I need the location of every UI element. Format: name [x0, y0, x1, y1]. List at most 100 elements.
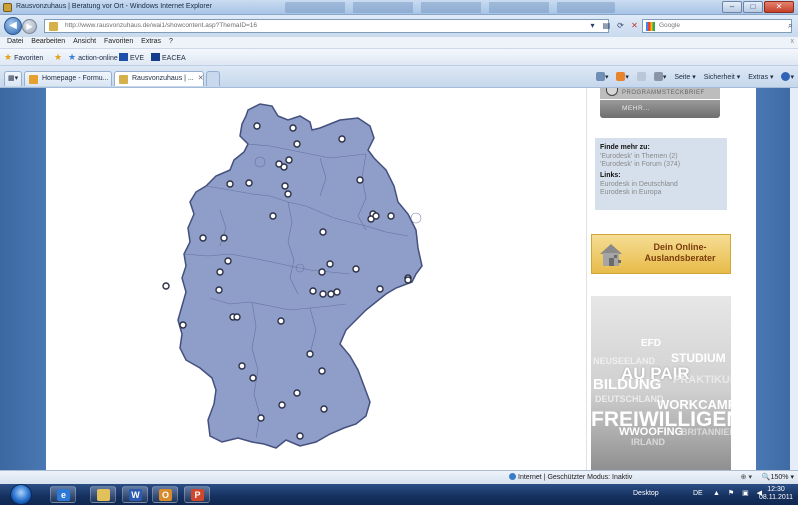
- beratungsstelle-marker[interactable]: [309, 287, 317, 295]
- protected-mode-icon[interactable]: ⊕ ▾: [741, 473, 752, 481]
- print-icon[interactable]: [653, 72, 663, 81]
- online-auslandsberater-banner[interactable]: Dein Online- Auslandsberater: [591, 234, 731, 274]
- tab-homepage[interactable]: Homepage - Formu...: [24, 71, 112, 86]
- clock[interactable]: 12:30 08.11.2011: [759, 486, 793, 502]
- beratungsstelle-marker[interactable]: [216, 268, 224, 276]
- beratungsstelle-marker[interactable]: [296, 432, 304, 440]
- language-indicator[interactable]: DE: [693, 490, 703, 497]
- beratungsstelle-marker[interactable]: [249, 374, 257, 382]
- beratungsstelle-marker[interactable]: [289, 124, 297, 132]
- beratungsstelle-marker[interactable]: [320, 405, 328, 413]
- taskbar-explorer[interactable]: [90, 486, 116, 503]
- beratungsstelle-marker[interactable]: [238, 362, 246, 370]
- beratungsstelle-marker[interactable]: [199, 234, 207, 242]
- safety-menu[interactable]: Sicherheit ▾: [704, 74, 741, 81]
- finde-link-forum[interactable]: 'Eurodesk' in Forum (374): [600, 161, 722, 169]
- beratungsstelle-marker[interactable]: [318, 268, 326, 276]
- link-eurodesk-deutschland[interactable]: Eurodesk in Deutschland: [600, 181, 722, 189]
- beratungsstelle-marker[interactable]: [387, 212, 395, 220]
- beratungsstelle-marker[interactable]: [333, 288, 341, 296]
- beratungsstelle-marker[interactable]: [327, 290, 335, 298]
- security-zone[interactable]: Internet | Geschützter Modus: Inaktiv: [509, 473, 632, 481]
- taskbar-ie[interactable]: e: [50, 486, 76, 503]
- beratungsstelle-marker[interactable]: [338, 135, 346, 143]
- zoom-level[interactable]: 🔍150% ▾: [762, 473, 794, 481]
- menu-bearbeiten[interactable]: Bearbeiten: [28, 37, 68, 45]
- beratungsstelle-marker[interactable]: [215, 286, 223, 294]
- beratungsstelle-marker[interactable]: [306, 350, 314, 358]
- quick-tabs-button[interactable]: ▦▾: [4, 71, 22, 86]
- tools-menu[interactable]: Extras ▾: [748, 74, 773, 81]
- beratungsstelle-marker[interactable]: [220, 234, 228, 242]
- beratungsstelle-marker[interactable]: [245, 179, 253, 187]
- beratungsstelle-marker[interactable]: [285, 156, 293, 164]
- dropdown-icon[interactable]: ▾: [587, 20, 598, 31]
- beratungsstelle-marker[interactable]: [281, 182, 289, 190]
- beratungsstelle-marker[interactable]: [275, 160, 283, 168]
- maximize-button[interactable]: □: [743, 1, 763, 13]
- beratungsstelle-marker[interactable]: [319, 290, 327, 298]
- menu-ansicht[interactable]: Ansicht: [70, 37, 99, 45]
- beratungsstelle-marker[interactable]: [233, 313, 241, 321]
- beratungsstelle-marker[interactable]: [404, 276, 412, 284]
- forward-button[interactable]: ▶: [22, 19, 37, 34]
- beratungsstelle-marker[interactable]: [293, 140, 301, 148]
- beratungsstelle-marker[interactable]: [376, 285, 384, 293]
- beratungsstelle-marker[interactable]: [226, 180, 234, 188]
- beratungsstelle-marker[interactable]: [162, 282, 170, 290]
- fav-eacea[interactable]: EACEA: [151, 53, 186, 62]
- refresh-icon[interactable]: ⟳: [615, 20, 626, 31]
- beratungsstelle-marker[interactable]: [326, 260, 334, 268]
- new-tab-button[interactable]: [206, 71, 220, 86]
- page-menu[interactable]: Seite ▾: [674, 74, 695, 81]
- beratungsstelle-marker[interactable]: [293, 389, 301, 397]
- beratungsstelle-marker[interactable]: [319, 228, 327, 236]
- compat-view-icon[interactable]: ▤: [601, 20, 612, 31]
- menu-favoriten[interactable]: Favoriten: [101, 37, 136, 45]
- beratungsstelle-marker[interactable]: [269, 212, 277, 220]
- beratungsstelle-marker[interactable]: [277, 317, 285, 325]
- taskbar-outlook[interactable]: O: [152, 486, 178, 503]
- mail-icon[interactable]: [636, 72, 646, 81]
- help-icon[interactable]: [781, 72, 791, 81]
- tab-close-icon[interactable]: ✕: [198, 75, 204, 82]
- beratungsstelle-marker[interactable]: [253, 122, 261, 130]
- beratungsstelle-marker[interactable]: [224, 257, 232, 265]
- beratungsstelle-marker[interactable]: [179, 321, 187, 329]
- tray-icons[interactable]: ▲ ⚑ ▣ ◀: [713, 489, 765, 497]
- beratungsstelle-marker[interactable]: [356, 176, 364, 184]
- beratungsstelle-marker[interactable]: [284, 190, 292, 198]
- beratungsstelle-marker[interactable]: [372, 212, 380, 220]
- vertical-scrollbar[interactable]: [790, 88, 798, 470]
- germany-map[interactable]: [160, 98, 480, 463]
- menu-extras[interactable]: Extras: [138, 37, 164, 45]
- stop-icon[interactable]: ✕: [629, 20, 640, 31]
- fav-action-online[interactable]: ★ action-online: [68, 53, 118, 63]
- beratungsstelle-marker[interactable]: [318, 367, 326, 375]
- close-button[interactable]: ✕: [764, 1, 794, 13]
- search-icon[interactable]: ⌕: [788, 21, 792, 31]
- add-favorite-button[interactable]: ★: [54, 53, 64, 62]
- taskbar-word[interactable]: W: [122, 486, 148, 503]
- taskbar-powerpoint[interactable]: P: [184, 486, 210, 503]
- url-input[interactable]: http://www.rausvonzuhaus.de/wai1/showcon…: [44, 19, 609, 33]
- favorites-button[interactable]: ★ Favoriten: [4, 53, 43, 63]
- fav-eve[interactable]: EVE: [119, 53, 144, 62]
- link-eurodesk-europa[interactable]: Eurodesk in Europa: [600, 189, 722, 197]
- rss-icon[interactable]: [616, 72, 626, 81]
- tab-rausvonzuhaus[interactable]: Rausvonzuhaus | ... ✕: [114, 71, 204, 86]
- beratungsstelle-marker[interactable]: [278, 401, 286, 409]
- menu-help[interactable]: ?: [166, 37, 176, 45]
- menu-datei[interactable]: Datei: [4, 37, 26, 45]
- beratungsstelle-marker[interactable]: [257, 414, 265, 422]
- beratungsstelle-marker[interactable]: [352, 265, 360, 273]
- finde-link-themen[interactable]: 'Eurodesk' in Themen (2): [600, 153, 722, 161]
- search-input[interactable]: Google: [642, 19, 792, 33]
- menu-close[interactable]: x: [791, 38, 795, 45]
- back-button[interactable]: ◀: [4, 17, 22, 35]
- desktop-toolbar[interactable]: Desktop: [633, 490, 659, 497]
- mehr-button[interactable]: MEHR...: [600, 100, 720, 118]
- start-button[interactable]: [10, 484, 32, 505]
- home-icon[interactable]: [595, 72, 605, 81]
- minimize-button[interactable]: –: [722, 1, 742, 13]
